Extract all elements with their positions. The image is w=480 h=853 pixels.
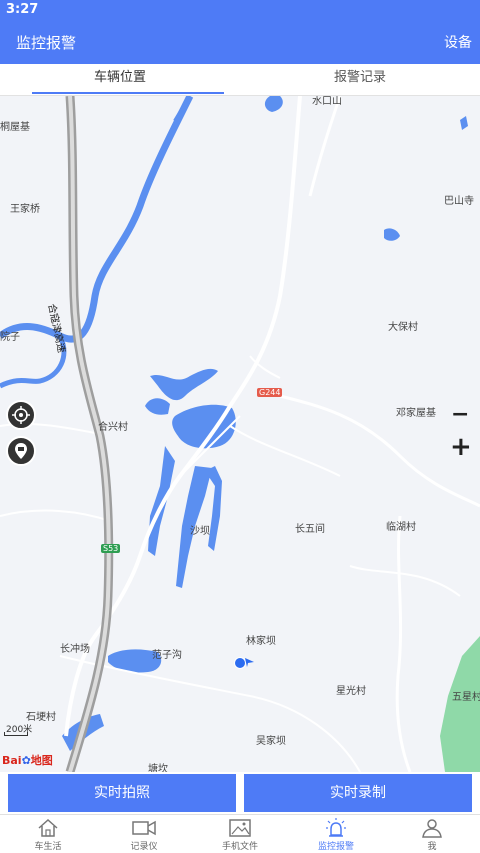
nav-label: 手机文件 — [221, 842, 258, 852]
place-label: 林家坝 — [246, 636, 276, 647]
nav-label: 监控报警 — [317, 842, 354, 852]
baidu-map-logo: Bai✿地图 — [2, 754, 53, 767]
place-label: 大保村 — [388, 322, 418, 333]
zoom-out-button[interactable]: − — [451, 402, 469, 427]
place-label: 院子 — [0, 332, 20, 343]
device-button[interactable]: 设备 — [444, 32, 472, 52]
road-badge-g244: G244 — [257, 388, 283, 397]
realtime-photo-button[interactable]: 实时拍照 — [8, 774, 236, 812]
place-label: 塘坎 — [148, 764, 168, 772]
nav-car-life[interactable]: 车生活 — [0, 817, 96, 853]
place-label: 巴山寺 — [444, 196, 474, 207]
active-tab-indicator — [32, 92, 224, 94]
place-label: 临湖村 — [386, 522, 416, 533]
map-base-layer — [0, 96, 480, 772]
place-label: 范子沟 — [152, 650, 182, 661]
camera-icon — [132, 820, 156, 836]
realtime-record-button[interactable]: 实时录制 — [244, 774, 472, 812]
nav-label: 记录仪 — [130, 842, 158, 852]
tab-bar: 车辆位置 报警记录 — [0, 64, 480, 96]
nav-label: 车生活 — [34, 842, 62, 852]
nav-recorder[interactable]: 记录仪 — [96, 817, 192, 853]
place-label: 五星村 — [452, 692, 480, 703]
road-badge-s53: S53 — [101, 544, 121, 553]
place-label: 王家桥 — [10, 204, 40, 215]
status-time: 3:27 — [6, 2, 39, 17]
place-label: 水口山 — [312, 96, 342, 107]
tab-vehicle-location[interactable]: 车辆位置 — [0, 64, 240, 95]
image-icon — [229, 819, 251, 837]
place-label: 沙坝 — [190, 526, 210, 537]
action-bar: 实时拍照 实时录制 — [0, 772, 480, 814]
place-label: 邓家屋基 — [396, 408, 436, 419]
page-title: 监控报警 — [16, 34, 77, 52]
tab-alarm-records[interactable]: 报警记录 — [240, 64, 480, 95]
app-bar: 监控报警 设备 — [0, 20, 480, 64]
status-bar: 3:27 — [0, 0, 480, 20]
place-label: 星光村 — [336, 686, 366, 697]
bottom-nav: 车生活 记录仪 手机文件 监控报警 我 — [0, 814, 480, 853]
place-label: 长五间 — [295, 524, 325, 535]
paw-icon: ✿ — [21, 754, 31, 767]
crosshair-icon — [12, 406, 30, 424]
zoom-in-button[interactable]: + — [450, 432, 472, 462]
vehicle-locate-button[interactable] — [6, 436, 36, 466]
place-label: 桐屋基 — [0, 122, 30, 133]
alarm-icon — [326, 818, 346, 837]
map-view[interactable]: 水口山 桐屋基 王家桥 巴山寺 院子 大保村 合兴村 邓家屋基 沙坝 长五间 临… — [0, 96, 480, 772]
home-icon — [38, 818, 58, 837]
place-label: 石埂村 — [26, 712, 56, 723]
nav-phone-files[interactable]: 手机文件 — [192, 817, 288, 853]
nav-label: 我 — [427, 842, 437, 852]
place-label: 吴家坝 — [256, 736, 286, 747]
locate-button[interactable] — [6, 400, 36, 430]
direction-arrow-icon — [245, 658, 254, 667]
person-icon — [422, 819, 442, 838]
vehicle-pin-icon — [15, 443, 27, 459]
nav-me[interactable]: 我 — [384, 817, 480, 853]
nav-monitor-alarm[interactable]: 监控报警 — [288, 817, 384, 853]
place-label: 长冲场 — [60, 644, 90, 655]
scale-bar — [4, 732, 28, 736]
place-label: 合兴村 — [98, 422, 128, 433]
